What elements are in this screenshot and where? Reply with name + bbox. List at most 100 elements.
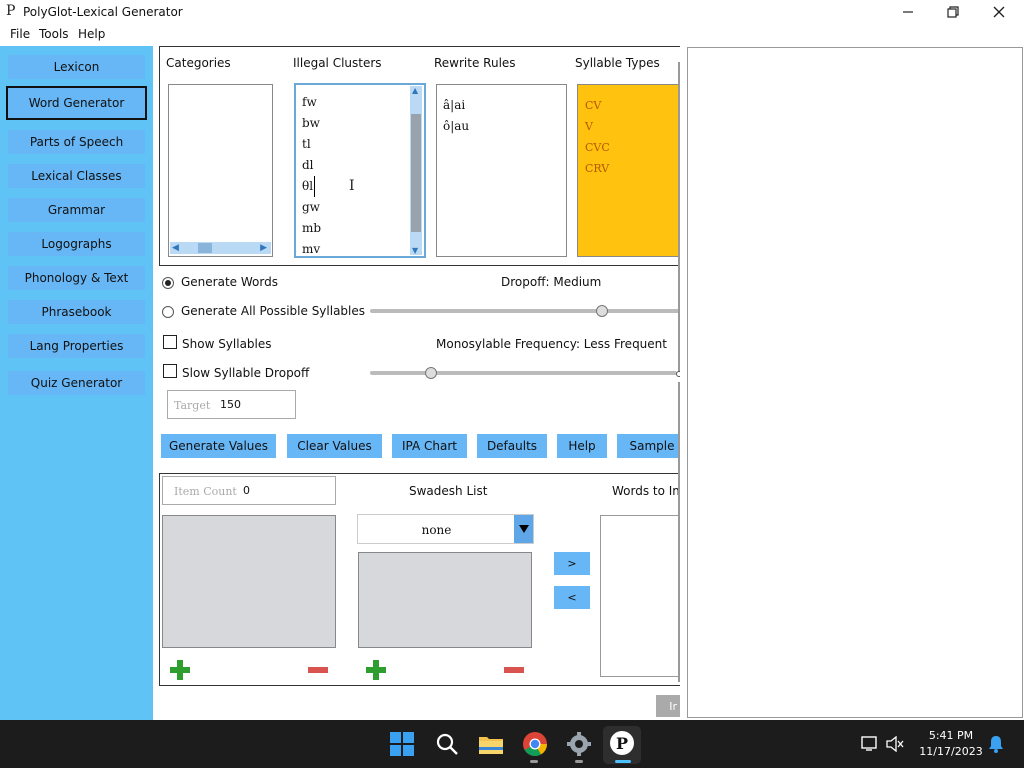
list-item[interactable]: tl <box>302 134 321 155</box>
scroll-right-icon[interactable]: ▶ <box>260 243 267 253</box>
item-count-field[interactable]: Item Count 0 <box>162 476 336 505</box>
remove-swadesh-icon[interactable] <box>504 666 524 674</box>
move-left-button[interactable]: < <box>554 586 590 609</box>
illegal-clusters-list[interactable]: fw bw tl dl θl gw mb mv ▲ ▼ <box>294 83 426 258</box>
list-item[interactable]: gw <box>302 197 321 218</box>
clock-date[interactable]: 11/17/2023 <box>916 745 986 758</box>
sidebar-item-phonology-text[interactable]: Phonology & Text <box>8 266 145 290</box>
minimize-icon <box>903 11 913 13</box>
slow-dropoff-checkbox[interactable] <box>163 364 177 378</box>
sidebar-item-word-generator[interactable]: Word Generator <box>6 86 147 120</box>
close-button[interactable] <box>976 0 1022 24</box>
illegal-clusters-label: Illegal Clusters <box>293 56 382 70</box>
add-word-icon[interactable] <box>170 660 190 680</box>
illegal-vscrollbar[interactable]: ▲ ▼ <box>410 86 422 255</box>
main-vscrollbar[interactable] <box>678 62 680 372</box>
categories-hscrollbar[interactable]: ◀ ▶ <box>170 242 271 254</box>
item-count-value: 0 <box>243 484 250 497</box>
monosyllable-slider-knob[interactable] <box>425 367 438 379</box>
settings-gear-icon[interactable] <box>566 731 592 757</box>
clear-values-button[interactable]: Clear Values <box>287 434 382 458</box>
scroll-thumb[interactable] <box>411 114 421 232</box>
help-button[interactable]: Help <box>557 434 607 458</box>
move-right-button[interactable]: > <box>554 552 590 575</box>
scroll-left-icon[interactable]: ◀ <box>172 243 179 253</box>
maximize-button[interactable] <box>930 0 976 24</box>
splitter-handle[interactable] <box>676 371 680 377</box>
sidebar-item-phrasebook[interactable]: Phrasebook <box>8 300 145 324</box>
show-syllables-label: Show Syllables <box>182 337 272 351</box>
target-value: 150 <box>220 398 241 411</box>
list-item[interactable]: CVC <box>585 137 610 158</box>
syllable-types-label: Syllable Types <box>575 56 660 70</box>
swadesh-words-list[interactable] <box>358 552 532 648</box>
add-swadesh-icon[interactable] <box>366 660 386 680</box>
list-item[interactable]: â|ai <box>443 95 469 116</box>
monosyllable-slider[interactable] <box>370 371 677 375</box>
scroll-down-icon[interactable]: ▼ <box>412 246 418 255</box>
scroll-thumb[interactable] <box>198 243 212 253</box>
scroll-up-icon[interactable]: ▲ <box>412 86 418 95</box>
main-vscrollbar-lower[interactable] <box>678 382 680 682</box>
generate-syllables-radio[interactable] <box>162 306 174 318</box>
rewrite-rules-list[interactable]: â|ai ô|au <box>436 84 567 257</box>
menu-help[interactable]: Help <box>78 27 105 41</box>
sidebar-item-grammar[interactable]: Grammar <box>8 198 145 222</box>
sidebar-item-parts-of-speech[interactable]: Parts of Speech <box>8 130 145 154</box>
generate-words-radio[interactable] <box>162 277 174 289</box>
target-field[interactable]: Target 150 <box>167 390 296 419</box>
notification-bell-icon[interactable] <box>988 735 1004 753</box>
swadesh-selected: none <box>421 523 452 537</box>
list-item[interactable]: fw <box>302 92 321 113</box>
file-explorer-icon[interactable] <box>478 733 504 755</box>
chevron-down-icon[interactable] <box>514 515 533 543</box>
sidebar-item-logographs[interactable]: Logographs <box>8 232 145 256</box>
chrome-icon[interactable] <box>522 731 548 757</box>
defaults-button[interactable]: Defaults <box>477 434 547 458</box>
sidebar-item-lexicon[interactable]: Lexicon <box>8 55 145 79</box>
windows-start-icon[interactable] <box>390 732 414 756</box>
menu-tools[interactable]: Tools <box>39 27 69 41</box>
volume-muted-icon[interactable] <box>886 736 904 752</box>
network-icon[interactable] <box>861 736 879 752</box>
output-pane[interactable] <box>687 47 1023 718</box>
generated-words-list[interactable] <box>162 515 336 648</box>
list-item[interactable]: ô|au <box>443 116 469 137</box>
ipa-chart-button[interactable]: IPA Chart <box>392 434 467 458</box>
list-item[interactable]: dl <box>302 155 321 176</box>
sidebar-item-quiz-generator[interactable]: Quiz Generator <box>8 371 145 395</box>
clock-time[interactable]: 5:41 PM <box>916 729 986 742</box>
menu-bar <box>0 24 1024 46</box>
polyglot-app-icon: P <box>610 731 634 755</box>
sidebar-item-lexical-classes[interactable]: Lexical Classes <box>8 164 145 188</box>
syllable-types-list[interactable]: CV V CVC CRV <box>577 84 680 257</box>
generate-syllables-label: Generate All Possible Syllables <box>181 304 366 318</box>
chrome-running-indicator <box>530 760 538 763</box>
list-item[interactable]: V <box>585 116 610 137</box>
search-icon[interactable] <box>435 732 459 756</box>
list-item[interactable]: bw <box>302 113 321 134</box>
monosyllable-frequency-label: Monosylable Frequency: Less Frequent <box>436 337 667 351</box>
list-item[interactable]: CV <box>585 95 610 116</box>
list-item[interactable]: mb <box>302 218 321 239</box>
minimize-button[interactable] <box>885 0 931 24</box>
rewrite-rules-label: Rewrite Rules <box>434 56 516 70</box>
dropoff-slider[interactable] <box>370 309 680 313</box>
menu-file[interactable]: File <box>10 27 30 41</box>
list-item[interactable]: CRV <box>585 158 610 179</box>
app-logo-icon: P <box>6 3 16 19</box>
categories-list[interactable]: ◀ ▶ <box>168 84 273 257</box>
dropoff-slider-knob[interactable] <box>596 305 608 317</box>
generate-values-button[interactable]: Generate Values <box>161 434 276 458</box>
remove-word-icon[interactable] <box>308 666 328 674</box>
import-button[interactable]: Ir <box>656 695 680 717</box>
polyglot-active-indicator <box>615 760 631 763</box>
list-item[interactable]: mv <box>302 239 321 260</box>
sidebar-item-lang-properties[interactable]: Lang Properties <box>8 334 145 358</box>
swadesh-dropdown[interactable]: none <box>357 514 534 544</box>
list-item[interactable]: θl <box>302 176 316 197</box>
words-to-import-list[interactable] <box>600 515 680 677</box>
categories-label: Categories <box>166 56 231 70</box>
show-syllables-checkbox[interactable] <box>163 335 177 349</box>
sample-button[interactable]: Sample <box>617 434 680 458</box>
